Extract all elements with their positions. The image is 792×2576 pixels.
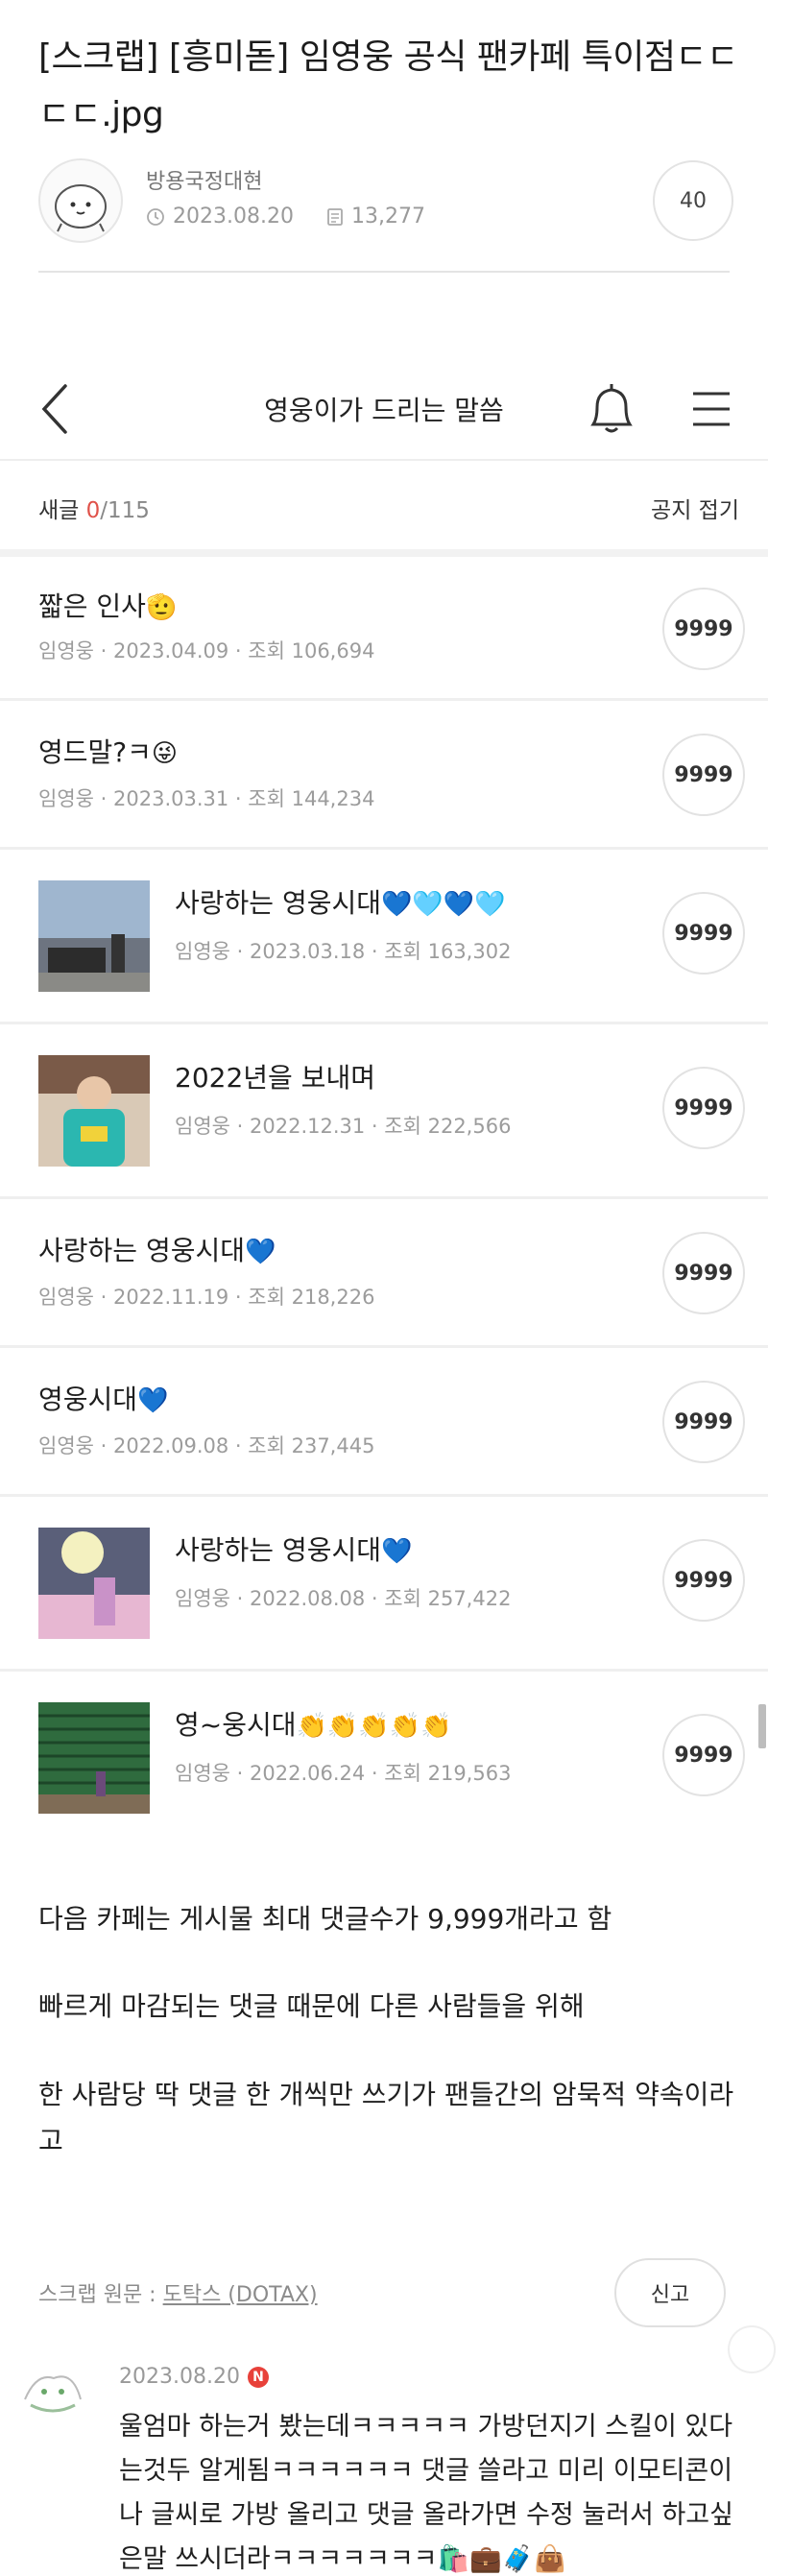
comment-count-badge[interactable]: 9999: [662, 588, 745, 670]
list-item[interactable]: 영~웅시대👏👏👏👏👏 임영웅 · 2022.06.24 · 조회 219,563…: [0, 1672, 768, 1846]
sub-header: 새글 0/115 공지 접기: [0, 461, 768, 557]
comment-count-badge[interactable]: 9999: [662, 1067, 745, 1149]
comment-text: 울엄마 하는거 봤는데ㅋㅋㅋㅋㅋ 가방던지기 스킬이 있다는것두 알게됨ㅋㅋㅋㅋ…: [119, 2412, 733, 2574]
post-date: 2023.08.20: [173, 205, 294, 229]
comment-count-badge[interactable]: 9999: [662, 892, 745, 975]
clock-icon: [147, 207, 164, 226]
post-item-meta: 임영웅 · 2022.09.08 · 조회 237,445: [38, 1434, 375, 1457]
list-item[interactable]: 영드말?ㅋ😜 임영웅 · 2023.03.31 · 조회 144,234 999…: [0, 701, 768, 850]
new-badge: N: [247, 2366, 269, 2388]
new-post-counter: 새글 0/115: [38, 492, 150, 524]
thumbnail-image: [38, 1528, 150, 1639]
app-header: 영웅이가 드리는 말씀: [0, 355, 768, 461]
notice-fold-toggle[interactable]: 공지 접기: [651, 492, 739, 524]
list-item[interactable]: 2022년을 보내며 임영웅 · 2022.12.31 · 조회 222,566…: [0, 1024, 768, 1199]
board-title: 영웅이가 드리는 말씀: [264, 395, 504, 426]
post-item-title: 짧은 인사🫡: [38, 590, 178, 622]
author-row: 방용국정대현 2023.08.20 13,277 40: [38, 158, 733, 245]
list-item[interactable]: 사랑하는 영웅시대💙🩵💙🩵 임영웅 · 2023.03.18 · 조회 163,…: [0, 850, 768, 1024]
post-item-meta: 임영웅 · 2022.11.19 · 조회 218,226: [38, 1286, 375, 1309]
total-count: /115: [100, 498, 150, 523]
post-item-meta: 임영웅 · 2023.03.31 · 조회 144,234: [38, 787, 375, 810]
bell-icon[interactable]: [584, 380, 639, 438]
post-item-meta: 임영웅 · 2023.04.09 · 조회 106,694: [38, 639, 375, 662]
new-label: 새글: [38, 498, 80, 523]
body-paragraph: 다음 카페는 게시물 최대 댓글수가 9,999개라고 함: [38, 1903, 612, 1935]
post-item-meta: 임영웅 · 2023.03.18 · 조회 163,302: [175, 940, 512, 963]
embedded-app-screenshot: 영웅이가 드리는 말씀 새글 0/115 공지 접기 짧은 인사🫡 임영웅 · …: [0, 355, 768, 1853]
post-meta: 2023.08.20 13,277: [146, 205, 425, 229]
post-views: 13,277: [350, 205, 425, 229]
list-item[interactable]: 사랑하는 영웅시대💙 임영웅 · 2022.08.08 · 조회 257,422…: [0, 1497, 768, 1672]
comment-count-badge[interactable]: 9999: [662, 1714, 745, 1796]
source-link[interactable]: 도탁스 (DOTAX): [163, 2283, 318, 2307]
report-button[interactable]: 신고: [614, 2258, 726, 2327]
scrollbar-thumb[interactable]: [758, 1704, 766, 1748]
author-name[interactable]: 방용국정대현: [146, 164, 262, 195]
post-list: 짧은 인사🫡 임영웅 · 2023.04.09 · 조회 106,694 999…: [0, 557, 768, 1846]
comment-item: 2023.08.20 N 울엄마 하는거 봤는데ㅋㅋㅋㅋㅋ 가방던지기 스킬이 …: [0, 2347, 792, 2576]
hamburger-menu-icon[interactable]: [689, 388, 733, 430]
thumbnail-image: [38, 1702, 150, 1814]
commenter-avatar-icon[interactable]: [17, 2361, 88, 2419]
post-item-title: 사랑하는 영웅시대💙: [38, 1235, 276, 1266]
avatar-character-icon: [55, 184, 107, 232]
list-item[interactable]: 짧은 인사🫡 임영웅 · 2023.04.09 · 조회 106,694 999…: [0, 557, 768, 701]
thumbnail-image: [38, 1055, 150, 1167]
post-title: [스크랩] [흥미돋] 임영웅 공식 팬카페 특이점ㄷㄷㄷㄷ.jpg: [38, 37, 738, 134]
comment-date: 2023.08.20: [119, 2365, 240, 2389]
post-item-title: 영드말?ㅋ😜: [38, 736, 179, 768]
comment-count-badge[interactable]: 9999: [662, 1232, 745, 1314]
post-item-title: 사랑하는 영웅시대💙🩵💙🩵: [175, 887, 506, 919]
comment-count-badge[interactable]: 9999: [662, 1381, 745, 1463]
post-item-title: 영웅시대💙: [38, 1384, 169, 1415]
thumbnail-image: [38, 880, 150, 992]
post-item-title: 2022년을 보내며: [175, 1062, 375, 1094]
new-count: 0: [85, 498, 101, 523]
author-avatar[interactable]: [38, 158, 123, 243]
post-item-title: 영~웅시대👏👏👏👏👏: [175, 1709, 452, 1741]
comment-count-badge[interactable]: 9999: [662, 734, 745, 816]
post-item-meta: 임영웅 · 2022.06.24 · 조회 219,563: [175, 1762, 512, 1785]
post-item-meta: 임영웅 · 2022.12.31 · 조회 222,566: [175, 1115, 512, 1138]
comment-count-button[interactable]: 40: [653, 160, 733, 241]
body-paragraph: 빠르게 마감되는 댓글 때문에 다른 사람들을 위해: [38, 1990, 585, 2022]
scrap-source: 스크랩 원문 : 도탁스 (DOTAX): [38, 2277, 318, 2308]
body-paragraph: 한 사람당 딱 댓글 한 개씩만 쓰기가 팬들간의 암묵적 약속이라고: [38, 2079, 734, 2156]
source-label: 스크랩 원문 :: [38, 2283, 163, 2307]
divider: [38, 271, 730, 273]
comment-meta: 2023.08.20 N: [119, 2365, 269, 2389]
post-item-meta: 임영웅 · 2022.08.08 · 조회 257,422: [175, 1587, 512, 1610]
list-item[interactable]: 영웅시대💙 임영웅 · 2022.09.08 · 조회 237,445 9999: [0, 1348, 768, 1497]
comment-count-badge[interactable]: 9999: [662, 1539, 745, 1622]
document-icon: [327, 207, 343, 226]
list-item[interactable]: 사랑하는 영웅시대💙 임영웅 · 2022.11.19 · 조회 218,226…: [0, 1199, 768, 1348]
post-item-title: 사랑하는 영웅시대💙: [175, 1534, 413, 1566]
